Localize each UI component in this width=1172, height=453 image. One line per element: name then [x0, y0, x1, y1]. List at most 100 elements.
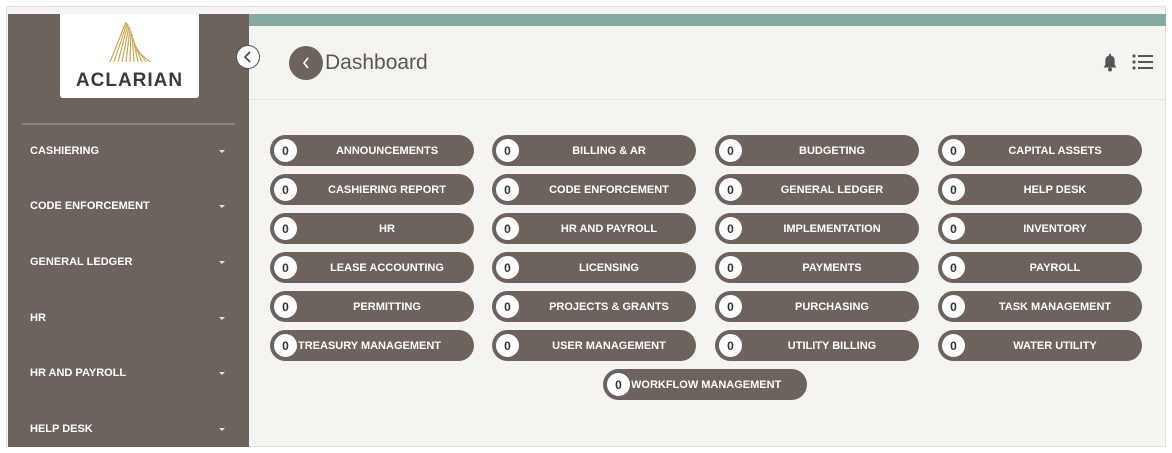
module-button-inventory[interactable]: 0 INVENTORY [938, 213, 1142, 244]
module-count-badge: 0 [717, 254, 744, 281]
module-button-general-ledger[interactable]: 0 GENERAL LEDGER [715, 174, 919, 205]
module-button-task-management[interactable]: 0 TASK MANAGEMENT [938, 291, 1142, 322]
sidebar-item-label: GENERAL LEDGER [30, 256, 133, 268]
module-label: BILLING & AR [572, 144, 646, 157]
module-button-workflow-management[interactable]: 0 WORKFLOW MANAGEMENT [603, 369, 807, 400]
bell-icon[interactable] [1102, 54, 1118, 72]
module-label: ANNOUNCEMENTS [335, 144, 439, 157]
module-button-billing-and-ar[interactable]: 0 BILLING & AR [492, 135, 696, 166]
module-count-badge: 0 [605, 371, 632, 398]
sidebar-item-label: HR AND PAYROLL [30, 367, 127, 379]
sidebar-item-cashiering[interactable]: CASHIERING [8, 131, 249, 171]
module-button-payroll[interactable]: 0 PAYROLL [938, 252, 1142, 283]
module-label: BUDGETING [799, 144, 865, 157]
module-count-badge: 0 [717, 215, 744, 242]
module-label: IMPLEMENTATION [783, 222, 881, 235]
module-button-announcements[interactable]: 0 ANNOUNCEMENTS [270, 135, 474, 166]
caret-down-icon [219, 427, 225, 431]
module-button-cashiering-report[interactable]: 0 CASHIERING REPORT [270, 174, 474, 205]
sidebar-item-label: HR [30, 312, 46, 324]
module-count-badge: 0 [494, 176, 521, 203]
aclarian-logo-icon [109, 21, 151, 63]
module-count-badge: 0 [717, 176, 744, 203]
module-button-implementation[interactable]: 0 IMPLEMENTATION [715, 213, 919, 244]
chevron-left-icon [243, 51, 251, 63]
module-count-badge: 0 [717, 137, 744, 164]
module-button-payments[interactable]: 0 PAYMENTS [715, 252, 919, 283]
module-label: PURCHASING [795, 300, 869, 313]
module-count-badge: 0 [272, 137, 299, 164]
module-label: USER MANAGEMENT [552, 339, 666, 352]
caret-down-icon [219, 149, 225, 153]
module-count-badge: 0 [717, 293, 744, 320]
module-label: CAPITAL ASSETS [1008, 144, 1102, 157]
sidebar-item-code-enforcement[interactable]: CODE ENFORCEMENT [8, 186, 249, 226]
module-button-lease-accounting[interactable]: 0 LEASE ACCOUNTING [270, 252, 474, 283]
module-count-badge: 0 [940, 176, 967, 203]
module-label: LICENSING [579, 261, 639, 274]
module-label: HR [379, 222, 395, 235]
module-button-hr-and-payroll[interactable]: 0 HR AND PAYROLL [492, 213, 696, 244]
page-header: Dashboard [249, 26, 1166, 100]
module-count-badge: 0 [272, 332, 299, 359]
module-label: GENERAL LEDGER [780, 183, 884, 196]
module-button-projects-and-grants[interactable]: 0 PROJECTS & GRANTS [492, 291, 696, 322]
module-count-badge: 0 [494, 254, 521, 281]
module-label: PAYMENTS [802, 261, 862, 274]
module-count-badge: 0 [494, 332, 521, 359]
sidebar-divider [22, 123, 235, 125]
module-button-treasury-management[interactable]: 0 TREASURY MANAGEMENT [270, 330, 474, 361]
module-label: TASK MANAGEMENT [998, 300, 1112, 313]
module-label: HR AND PAYROLL [560, 222, 658, 235]
module-button-code-enforcement[interactable]: 0 CODE ENFORCEMENT [492, 174, 696, 205]
module-button-permitting[interactable]: 0 PERMITTING [270, 291, 474, 322]
back-button[interactable] [289, 46, 323, 80]
logo[interactable]: ACLARIAN [60, 14, 199, 98]
module-button-water-utility[interactable]: 0 WATER UTILITY [938, 330, 1142, 361]
sidebar-item-general-ledger[interactable]: GENERAL LEDGER [8, 242, 249, 282]
module-button-user-management[interactable]: 0 USER MANAGEMENT [492, 330, 696, 361]
caret-down-icon [219, 260, 225, 264]
module-count-badge: 0 [940, 215, 967, 242]
accent-bar [249, 14, 1166, 26]
sidebar-item-label: CODE ENFORCEMENT [30, 200, 150, 212]
sidebar: ACLARIAN CASHIERING CODE ENFORCEMENT GEN… [8, 14, 249, 447]
module-count-badge: 0 [940, 137, 967, 164]
caret-down-icon [219, 316, 225, 320]
module-count-badge: 0 [272, 215, 299, 242]
module-label: UTILITY BILLING [787, 339, 877, 352]
module-count-badge: 0 [940, 254, 967, 281]
module-label: INVENTORY [1023, 222, 1087, 235]
module-button-licensing[interactable]: 0 LICENSING [492, 252, 696, 283]
module-button-capital-assets[interactable]: 0 CAPITAL ASSETS [938, 135, 1142, 166]
module-count-badge: 0 [494, 293, 521, 320]
module-count-badge: 0 [272, 293, 299, 320]
module-label: WORKFLOW MANAGEMENT [631, 378, 782, 391]
module-button-hr[interactable]: 0 HR [270, 213, 474, 244]
sidebar-item-label: CASHIERING [30, 145, 100, 157]
module-label: HELP DESK [1023, 183, 1087, 196]
page-title: Dashboard [325, 51, 428, 74]
list-icon[interactable] [1132, 53, 1153, 71]
module-button-budgeting[interactable]: 0 BUDGETING [715, 135, 919, 166]
sidebar-collapse-button[interactable] [236, 45, 260, 69]
module-label: WATER UTILITY [1013, 339, 1097, 352]
chevron-left-icon [302, 57, 309, 69]
sidebar-item-help-desk[interactable]: HELP DESK [8, 409, 249, 447]
module-label: TREASURY MANAGEMENT [298, 339, 442, 352]
module-label: PAYROLL [1029, 261, 1081, 274]
sidebar-item-label: HELP DESK [30, 423, 93, 435]
module-label: CASHIERING REPORT [328, 183, 446, 196]
sidebar-item-hr-and-payroll[interactable]: HR AND PAYROLL [8, 353, 249, 393]
module-count-badge: 0 [940, 293, 967, 320]
module-count-badge: 0 [940, 332, 967, 359]
caret-down-icon [219, 204, 225, 208]
caret-down-icon [219, 371, 225, 375]
module-count-badge: 0 [272, 254, 299, 281]
module-button-purchasing[interactable]: 0 PURCHASING [715, 291, 919, 322]
module-count-badge: 0 [272, 176, 299, 203]
module-button-utility-billing[interactable]: 0 UTILITY BILLING [715, 330, 919, 361]
sidebar-item-hr[interactable]: HR [8, 298, 249, 338]
module-button-help-desk[interactable]: 0 HELP DESK [938, 174, 1142, 205]
module-label: PROJECTS & GRANTS [549, 300, 669, 313]
